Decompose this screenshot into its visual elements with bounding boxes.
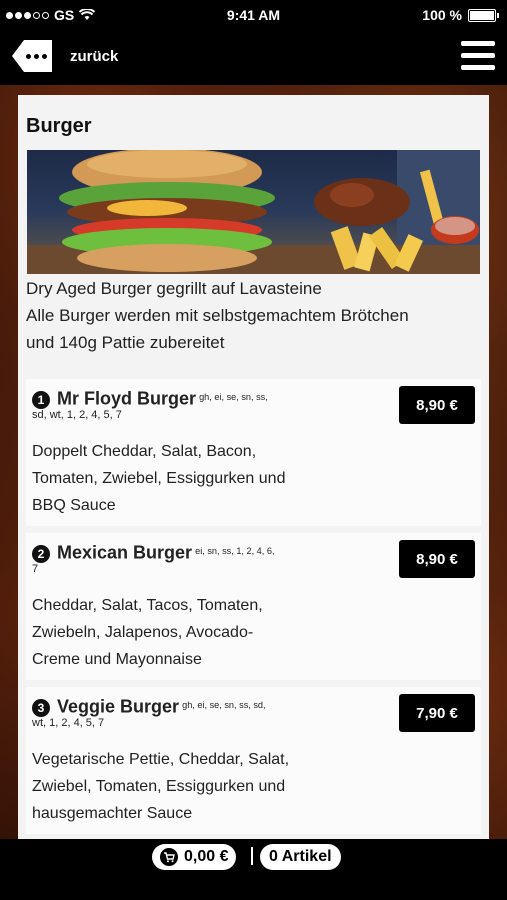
- item-title: Veggie Burger gh, ei, se, sn, ss, sd,: [57, 695, 347, 720]
- battery-icon: [468, 8, 496, 22]
- back-arrow-icon[interactable]: [12, 40, 52, 72]
- cart-total: 0,00 €: [184, 848, 229, 865]
- item-allergens: ei, sn, ss, 1, 2, 4, 6,: [195, 546, 275, 556]
- battery-status: 100 %: [422, 7, 499, 23]
- description-line: Alle Burger werden mit selbstgemachtem B…: [26, 306, 409, 325]
- item-number-badge: 2: [32, 545, 50, 563]
- item-allergens: gh, ei, se, sn, ss,: [199, 392, 268, 402]
- cart-icon: [160, 848, 178, 866]
- back-button-label[interactable]: zurück: [70, 48, 118, 65]
- item-title: Mr Floyd Burger gh, ei, se, sn, ss,: [57, 387, 347, 412]
- menu-category-panel: Burger Dry Aged Burger gegrillt auf Lava…: [18, 95, 489, 839]
- item-number-badge: 3: [32, 699, 50, 717]
- cart-divider: [251, 847, 253, 865]
- add-to-cart-price-button[interactable]: 7,90 €: [399, 694, 475, 732]
- cart-item-count-button[interactable]: 0 Artikel: [260, 844, 341, 870]
- burger-photo: [27, 150, 480, 274]
- status-bar: GS 9:41 AM 100 %: [0, 0, 507, 30]
- item-name: Mexican Burger: [57, 542, 193, 563]
- cart-total-button[interactable]: 0,00 €: [152, 844, 237, 870]
- hamburger-menu-icon[interactable]: [461, 41, 495, 71]
- category-title: Burger: [26, 115, 92, 137]
- burger-illustration: [27, 150, 480, 274]
- description-line: Dry Aged Burger gegrillt auf Lavasteine: [26, 279, 322, 298]
- navigation-bar: zurück: [0, 30, 507, 85]
- item-name: Veggie Burger: [57, 696, 180, 717]
- cart-bar: 0,00 € 0 Artikel: [0, 839, 507, 900]
- item-title: Mexican Burger ei, sn, ss, 1, 2, 4, 6,: [57, 541, 347, 566]
- category-description: Dry Aged Burger gegrillt auf Lavasteine …: [26, 275, 481, 356]
- item-name: Mr Floyd Burger: [57, 388, 197, 409]
- add-to-cart-price-button[interactable]: 8,90 €: [399, 540, 475, 578]
- menu-item-veggie-burger[interactable]: 3 Veggie Burger gh, ei, se, sn, ss, sd, …: [26, 687, 481, 834]
- item-description: Doppelt Cheddar, Salat, Bacon, Tomaten, …: [32, 443, 286, 514]
- item-allergens-cont: sd, wt, 1, 2, 4, 5, 7: [32, 409, 122, 421]
- description-line: und 140g Pattie zubereitet: [26, 333, 225, 352]
- item-description: Cheddar, Salat, Tacos, Tomaten, Zwiebeln…: [32, 597, 263, 668]
- item-number-badge: 1: [32, 391, 50, 409]
- battery-percentage: 100 %: [422, 7, 462, 23]
- menu-item-mr-floyd-burger[interactable]: 1 Mr Floyd Burger gh, ei, se, sn, ss, sd…: [26, 379, 481, 526]
- item-allergens-cont: 7: [32, 563, 39, 575]
- item-allergens: gh, ei, se, sn, ss, sd,: [182, 700, 266, 710]
- add-to-cart-price-button[interactable]: 8,90 €: [399, 386, 475, 424]
- item-allergens-cont: wt, 1, 2, 4, 5, 7: [32, 717, 105, 729]
- item-description: Vegetarische Pettie, Cheddar, Salat, Zwi…: [32, 751, 290, 822]
- menu-item-mexican-burger[interactable]: 2 Mexican Burger ei, sn, ss, 1, 2, 4, 6,…: [26, 533, 481, 680]
